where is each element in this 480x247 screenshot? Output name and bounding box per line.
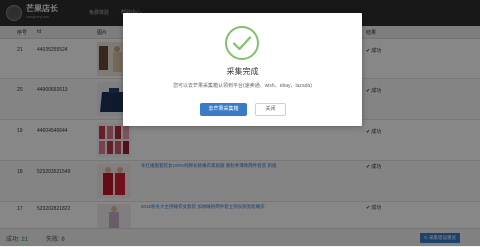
success-check-icon — [225, 26, 259, 60]
go-to-collection-box-button[interactable]: 去芒果采集箱 — [200, 103, 247, 116]
dialog-title: 采集完成 — [226, 67, 259, 76]
dialog-description: 您可以去芒果采集箱认领到平台(速卖通、wish、ebay、lazada) — [173, 83, 312, 89]
close-dialog-button[interactable]: 关闭 — [255, 103, 286, 116]
collection-complete-dialog: 采集完成 您可以去芒果采集箱认领到平台(速卖通、wish、ebay、lazada… — [123, 13, 362, 126]
